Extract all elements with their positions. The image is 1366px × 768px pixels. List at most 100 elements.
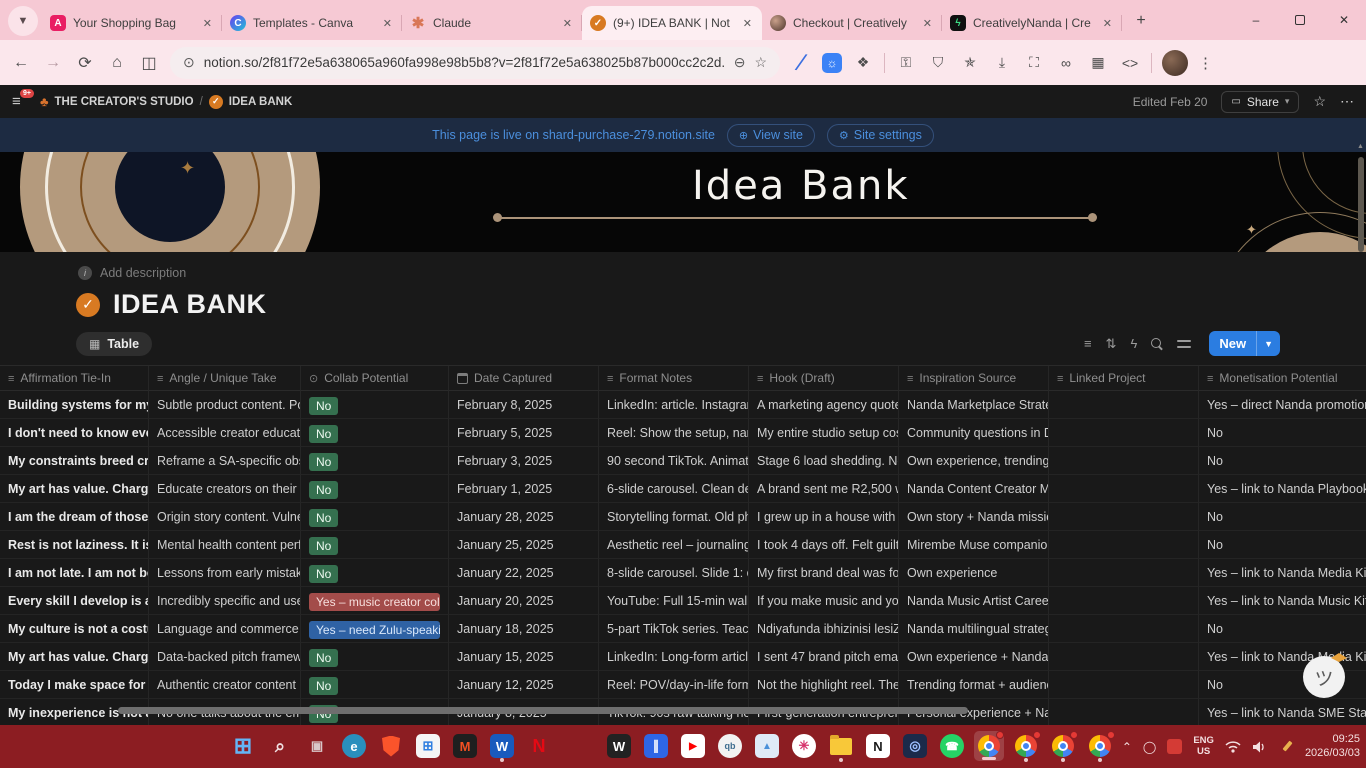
new-button[interactable]: New ▼	[1209, 331, 1280, 356]
m365-taskbar-button[interactable]: M	[450, 731, 480, 761]
page-cover[interactable]: ✦ ✦ Idea Bank	[0, 152, 1366, 252]
table-row[interactable]: I don't need to know everythingAccessibl…	[0, 419, 1366, 447]
table-row[interactable]: I am the dream of those who weOrigin sto…	[0, 503, 1366, 531]
cell-monetisation[interactable]: Yes – direct Nanda promotion	[1199, 391, 1366, 419]
cell-collab[interactable]: No	[301, 531, 449, 559]
cell-date[interactable]: January 20, 2025	[449, 587, 599, 615]
url-text[interactable]: notion.so/2f81f72e5a638065a960fa998e98b5…	[204, 55, 725, 70]
filter-icon[interactable]: ≡	[1084, 336, 1092, 351]
table-row[interactable]: My art has value. Charging for iEducate …	[0, 475, 1366, 503]
tab-creativelynanda[interactable]: ϟ CreativelyNanda | Cre ✕	[942, 6, 1122, 40]
new-dropdown-chevron-icon[interactable]: ▼	[1257, 331, 1280, 356]
whatsapp-taskbar-button[interactable]: ☎	[937, 731, 967, 761]
table-extension-icon[interactable]: ▦	[1087, 54, 1109, 71]
cell-angle[interactable]: Origin story content. Vulnerabil	[149, 503, 301, 531]
cell-monetisation[interactable]: No	[1199, 419, 1366, 447]
wifi-icon[interactable]	[1225, 740, 1241, 754]
chrome-profile-4-taskbar-button[interactable]	[1085, 731, 1115, 761]
cell-collab[interactable]: Yes – music creator collab?	[301, 587, 449, 615]
assistant-face-button[interactable]: ツ	[1303, 656, 1345, 698]
sidebar-menu-icon[interactable]: ≡ 9+	[12, 93, 32, 110]
cell-date[interactable]: January 28, 2025	[449, 503, 599, 531]
breadcrumb-page[interactable]: IDEA BANK	[229, 96, 292, 108]
wattpad-taskbar-button[interactable]: W	[604, 731, 634, 761]
cart-extension-icon[interactable]: ⛉	[927, 54, 949, 71]
chrome-profile-2-taskbar-button[interactable]	[1011, 731, 1041, 761]
chrome-profile-3-taskbar-button[interactable]	[1048, 731, 1078, 761]
pinwheel-app-taskbar-button[interactable]: ✳	[789, 731, 819, 761]
cell-hook[interactable]: My first brand deal was for R500	[749, 559, 899, 587]
cell-date[interactable]: February 5, 2025	[449, 419, 599, 447]
cell-hook[interactable]: I grew up in a house with one co	[749, 503, 899, 531]
table-row[interactable]: My art has value. Charging for iData-bac…	[0, 643, 1366, 671]
chrome-taskbar-button[interactable]	[974, 731, 1004, 761]
cell-linked[interactable]	[1049, 587, 1199, 615]
cell-angle[interactable]: Subtle product content. Positio	[149, 391, 301, 419]
cell-angle[interactable]: Accessible creator education. N	[149, 419, 301, 447]
photos-taskbar-button[interactable]: ▲	[752, 731, 782, 761]
column-header-hook-draft-[interactable]: Hook (Draft)	[749, 366, 899, 391]
cell-format[interactable]: LinkedIn: article. Instagram: spli	[599, 391, 749, 419]
cell-format[interactable]: Aesthetic reel – journaling, tea, w	[599, 531, 749, 559]
zoom-icon[interactable]: ⊖	[734, 54, 746, 71]
favorite-star-icon[interactable]: ☆	[1313, 93, 1326, 110]
view-site-button[interactable]: ⊕ View site	[727, 124, 815, 147]
cell-affirmation[interactable]: I am the dream of those who we	[0, 503, 149, 531]
cell-affirmation[interactable]: Today I make space for my art. I	[0, 671, 149, 699]
tab-templates-canva[interactable]: C Templates - Canva ✕	[222, 6, 402, 40]
browser-menu-icon[interactable]: ⋮	[1198, 54, 1213, 72]
tab-idea-bank-active[interactable]: ✓ (9+) IDEA BANK | Not ✕	[582, 6, 762, 40]
cell-format[interactable]: 6-slide carousel. Clean design. S	[599, 475, 749, 503]
tab-close-icon[interactable]: ✕	[921, 15, 934, 32]
cell-angle[interactable]: Reframe a SA-specific obstacle	[149, 447, 301, 475]
netflix-taskbar-button[interactable]: N	[524, 731, 554, 761]
cell-affirmation[interactable]: Building systems for my creativ	[0, 391, 149, 419]
cell-linked[interactable]	[1049, 447, 1199, 475]
column-header-affirmation-tie-in[interactable]: Affirmation Tie-In	[0, 366, 149, 391]
cell-hook[interactable]: Not the highlight reel. The actu	[749, 671, 899, 699]
cell-angle[interactable]: Language and commerce inters	[149, 615, 301, 643]
cell-collab[interactable]: No	[301, 391, 449, 419]
cell-hook[interactable]: I sent 47 brand pitch emails in 6	[749, 643, 899, 671]
cell-date[interactable]: January 12, 2025	[449, 671, 599, 699]
tab-close-icon[interactable]: ✕	[1101, 15, 1114, 32]
cell-inspiration[interactable]: Nanda Content Creator Moneti	[899, 475, 1049, 503]
cell-format[interactable]: LinkedIn: Long-form article. Inst	[599, 643, 749, 671]
table-row[interactable]: Building systems for my creativSubtle pr…	[0, 391, 1366, 419]
column-header-monetisation-potential[interactable]: Monetisation Potential	[1199, 366, 1366, 391]
windows-start-taskbar-button[interactable]: ⊞	[228, 731, 258, 761]
cell-collab[interactable]: No	[301, 671, 449, 699]
table-row[interactable]: I am not late. I am not behind. I aLesso…	[0, 559, 1366, 587]
cell-affirmation[interactable]: My constraints breed creativity	[0, 447, 149, 475]
cell-format[interactable]: 8-slide carousel. Slide 1: confes	[599, 559, 749, 587]
cell-date[interactable]: January 22, 2025	[449, 559, 599, 587]
cell-affirmation[interactable]: My culture is not a costume – it'	[0, 615, 149, 643]
cell-monetisation[interactable]: Yes – link to Nanda Playbook	[1199, 475, 1366, 503]
cell-monetisation[interactable]: No	[1199, 503, 1366, 531]
more-menu-icon[interactable]: ⋯	[1340, 93, 1354, 110]
download-icon[interactable]: ⤓	[991, 54, 1013, 71]
page-title[interactable]: IDEA BANK	[113, 289, 267, 320]
column-header-angle-unique-take[interactable]: Angle / Unique Take	[149, 366, 301, 391]
monday-taskbar-button[interactable]: ∥	[641, 731, 671, 761]
cell-format[interactable]: YouTube: Full 15-min walkthrou	[599, 587, 749, 615]
cell-hook[interactable]: A marketing agency quoted me	[749, 391, 899, 419]
tab-checkout-creatively[interactable]: Checkout | Creatively ✕	[762, 6, 942, 40]
microsoft-store-taskbar-button[interactable]: ⊞	[413, 731, 443, 761]
cell-inspiration[interactable]: Nanda multilingual strategy – Zu	[899, 615, 1049, 643]
cell-date[interactable]: February 3, 2025	[449, 447, 599, 475]
table-row[interactable]: My culture is not a costume – it'Languag…	[0, 615, 1366, 643]
screen-capture-icon[interactable]: ⛶	[1023, 54, 1045, 71]
cell-format[interactable]: Storytelling format. Old photos	[599, 503, 749, 531]
address-bar[interactable]: ⊙ notion.so/2f81f72e5a638065a960fa998e98…	[170, 47, 780, 79]
cell-angle[interactable]: Data-backed pitch framework. S	[149, 643, 301, 671]
tab-search-button[interactable]: ▼	[8, 6, 38, 36]
cell-monetisation[interactable]: Yes – link to Nanda SME Starter	[1199, 699, 1366, 725]
column-header-date-captured[interactable]: Date Captured	[449, 366, 599, 391]
cell-collab[interactable]: No	[301, 643, 449, 671]
page-icon-check[interactable]: ✓	[76, 293, 100, 317]
cell-affirmation[interactable]: I am not late. I am not behind. I a	[0, 559, 149, 587]
cell-inspiration[interactable]: Trending format + audience fee	[899, 671, 1049, 699]
cell-inspiration[interactable]: Community questions in DMs a	[899, 419, 1049, 447]
site-info-icon[interactable]: ⊙	[183, 54, 195, 71]
